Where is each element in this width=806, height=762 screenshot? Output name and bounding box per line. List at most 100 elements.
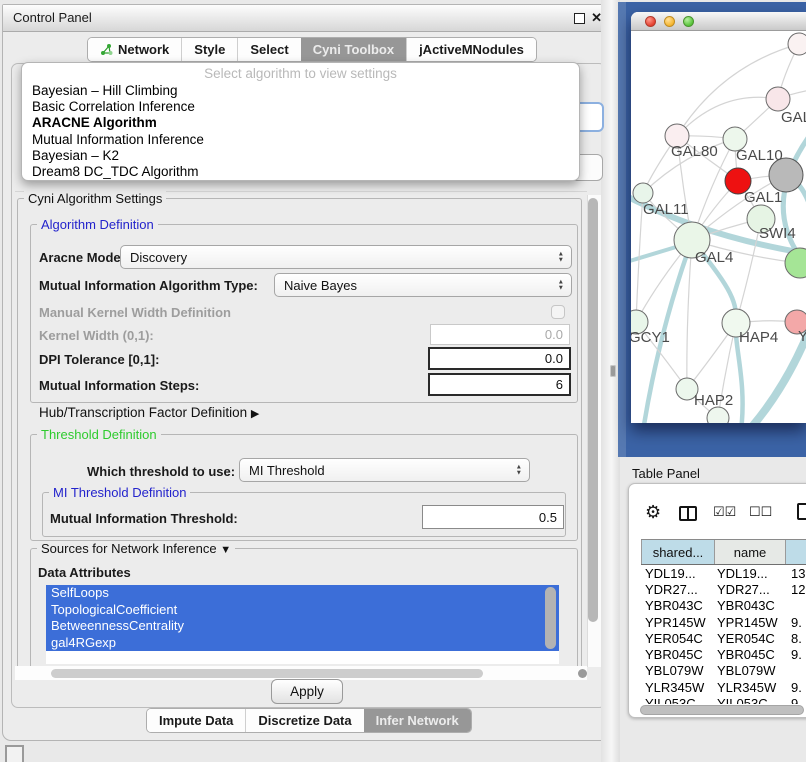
- attribute-item[interactable]: BetweennessCentrality: [46, 618, 559, 635]
- algorithm-option[interactable]: ARACNE Algorithm: [22, 115, 579, 131]
- table-card: ⚙ ☑☑ ☐☐ shared... name A YDL19...YDL19..…: [628, 483, 806, 718]
- aracne-mode-label: Aracne Mode:: [39, 250, 125, 265]
- mi-threshold-label: Mutual Information Threshold:: [50, 511, 238, 526]
- tab-cyni-toolbox[interactable]: Cyni Toolbox: [301, 38, 406, 61]
- column-header-name[interactable]: name: [714, 540, 785, 564]
- control-panel-titlebar: Control Panel ✕: [3, 5, 609, 32]
- node-label: HAP2: [694, 392, 733, 409]
- tab-jactivemnodules[interactable]: jActiveMNodules: [406, 38, 536, 61]
- tab-label: Impute Data: [159, 713, 233, 728]
- panel-title: Control Panel: [13, 10, 92, 25]
- dpi-tolerance-field[interactable]: 0.0: [428, 347, 571, 370]
- kernel-width-field[interactable]: 0.0: [430, 324, 570, 345]
- which-threshold-select[interactable]: MI Threshold ▲▼: [239, 458, 530, 482]
- aracne-mode-select[interactable]: Discovery ▲▼: [120, 245, 572, 269]
- table-hscrollbar-thumb[interactable]: [640, 705, 804, 715]
- node-label: GAL: [781, 109, 806, 126]
- table-row[interactable]: YBR045CYBR045C9.: [641, 646, 806, 662]
- network-window: GALGAL80GAL10GAL1GAL11GAL4SWI4HAP4YGCY1H…: [631, 12, 806, 423]
- table-row[interactable]: YER054CYER054C8.: [641, 630, 806, 646]
- attribute-item[interactable]: gal4RGexp: [46, 635, 559, 652]
- mi-threshold-field[interactable]: 0.5: [422, 505, 564, 529]
- table-row[interactable]: YPR145WYPR145W9.: [641, 614, 806, 630]
- tab-select[interactable]: Select: [237, 38, 300, 61]
- expander-down-icon[interactable]: ▼: [220, 544, 231, 556]
- mi-steps-field[interactable]: 6: [428, 373, 571, 396]
- node-label: Y: [798, 328, 806, 345]
- algorithm-option[interactable]: Dream8 DC_TDC Algorithm: [22, 164, 579, 180]
- column-header-shared[interactable]: shared...: [641, 540, 714, 564]
- group-title: Cyni Algorithm Settings: [24, 191, 166, 206]
- network-node[interactable]: [788, 33, 806, 55]
- tab-discretize-data[interactable]: Discretize Data: [245, 709, 363, 732]
- table-row[interactable]: YLR345WYLR345W9.: [641, 679, 806, 695]
- select-all-checkboxes-icon[interactable]: ☑☑: [713, 504, 736, 520]
- attribute-item[interactable]: TopologicalCoefficient: [46, 602, 559, 619]
- node-label: GAL10: [736, 147, 783, 164]
- split-columns-icon[interactable]: [679, 506, 697, 521]
- table-row[interactable]: YBL079WYBL079W: [641, 663, 806, 679]
- tab-label: Cyni Toolbox: [313, 42, 394, 57]
- dpi-tolerance-value: 0.0: [545, 351, 563, 366]
- table-row[interactable]: YIL053CYIL053C9.: [641, 695, 806, 704]
- settings-hscrollbar-thumb[interactable]: [51, 669, 483, 678]
- floating-panel-icon[interactable]: [5, 745, 24, 762]
- which-threshold-label: Which threshold to use:: [87, 464, 235, 479]
- manual-kernel-checkbox[interactable]: [551, 305, 565, 319]
- kernel-width-label: Kernel Width (0,1):: [39, 328, 154, 343]
- network-node[interactable]: [707, 407, 729, 423]
- algorithm-option[interactable]: Bayesian – K2: [22, 148, 579, 164]
- table-row[interactable]: YDR27...YDR27...12: [641, 581, 806, 597]
- gear-icon[interactable]: ⚙: [645, 502, 661, 523]
- spinner-arrows-icon: ▲▼: [516, 465, 522, 476]
- app-root: Control Panel ✕ Network Style Select Cyn…: [0, 0, 806, 762]
- aracne-mode-value: Discovery: [130, 250, 187, 265]
- dpi-tolerance-label: DPI Tolerance [0,1]:: [39, 352, 159, 367]
- control-panel-tabs: Network Style Select Cyni Toolbox jActiv…: [87, 37, 537, 62]
- deselect-all-checkboxes-icon[interactable]: ☐☐: [749, 504, 772, 520]
- apply-button[interactable]: Apply: [271, 679, 343, 704]
- attributes-scrollbar-thumb[interactable]: [545, 587, 556, 649]
- algorithm-option[interactable]: Bayesian – Hill Climbing: [22, 83, 579, 99]
- zoom-traffic-light-icon[interactable]: [683, 16, 694, 27]
- minimize-traffic-light-icon[interactable]: [664, 16, 675, 27]
- hub-definition-label: Hub/Transcription Factor Definition: [39, 405, 247, 420]
- network-window-titlebar: [631, 12, 806, 31]
- mi-type-label: Mutual Information Algorithm Type:: [39, 278, 258, 293]
- mi-steps-value: 6: [556, 377, 563, 392]
- scrollbar-knob[interactable]: [578, 669, 587, 678]
- table-panel-title: Table Panel: [632, 466, 700, 481]
- column-header-clipped[interactable]: A: [785, 540, 806, 564]
- tab-style[interactable]: Style: [181, 38, 237, 61]
- data-attributes-list[interactable]: SelfLoopsTopologicalCoefficientBetweenne…: [46, 585, 559, 664]
- algorithm-option[interactable]: Basic Correlation Inference: [22, 99, 579, 115]
- group-title: MI Threshold Definition: [49, 485, 190, 500]
- kernel-width-value: 0.0: [545, 327, 563, 342]
- node-label: GCY1: [631, 329, 670, 346]
- network-canvas[interactable]: GALGAL80GAL10GAL1GAL11GAL4SWI4HAP4YGCY1H…: [631, 31, 806, 423]
- attribute-item[interactable]: SelfLoops: [46, 585, 559, 602]
- tab-network[interactable]: Network: [88, 38, 181, 61]
- tab-impute-data[interactable]: Impute Data: [147, 709, 245, 732]
- settings-vscrollbar-thumb[interactable]: [588, 198, 598, 622]
- tab-label: Network: [118, 42, 169, 57]
- network-node[interactable]: [766, 87, 790, 111]
- group-title: Sources for Network Inference ▼: [37, 541, 235, 556]
- data-attributes-label: Data Attributes: [38, 565, 131, 580]
- hub-definition-expander[interactable]: Hub/Transcription Factor Definition ▶: [39, 405, 259, 420]
- apply-label: Apply: [290, 684, 324, 699]
- group-title: Algorithm Definition: [37, 217, 158, 232]
- tab-label: jActiveMNodules: [419, 42, 524, 57]
- table-row[interactable]: YDL19...YDL19...13: [641, 565, 806, 581]
- table-row[interactable]: YBR043CYBR043C: [641, 598, 806, 614]
- tab-label: Discretize Data: [258, 713, 351, 728]
- float-window-icon[interactable]: [574, 13, 585, 24]
- algorithm-option[interactable]: Mutual Information Inference: [22, 132, 579, 148]
- mi-type-select[interactable]: Naive Bayes ▲▼: [274, 273, 572, 297]
- close-traffic-light-icon[interactable]: [645, 16, 656, 27]
- splitter-handle[interactable]: [610, 365, 616, 377]
- network-node[interactable]: [633, 183, 653, 203]
- tab-infer-network[interactable]: Infer Network: [364, 709, 471, 732]
- document-icon[interactable]: [797, 503, 806, 520]
- manual-kernel-label: Manual Kernel Width Definition: [39, 305, 231, 320]
